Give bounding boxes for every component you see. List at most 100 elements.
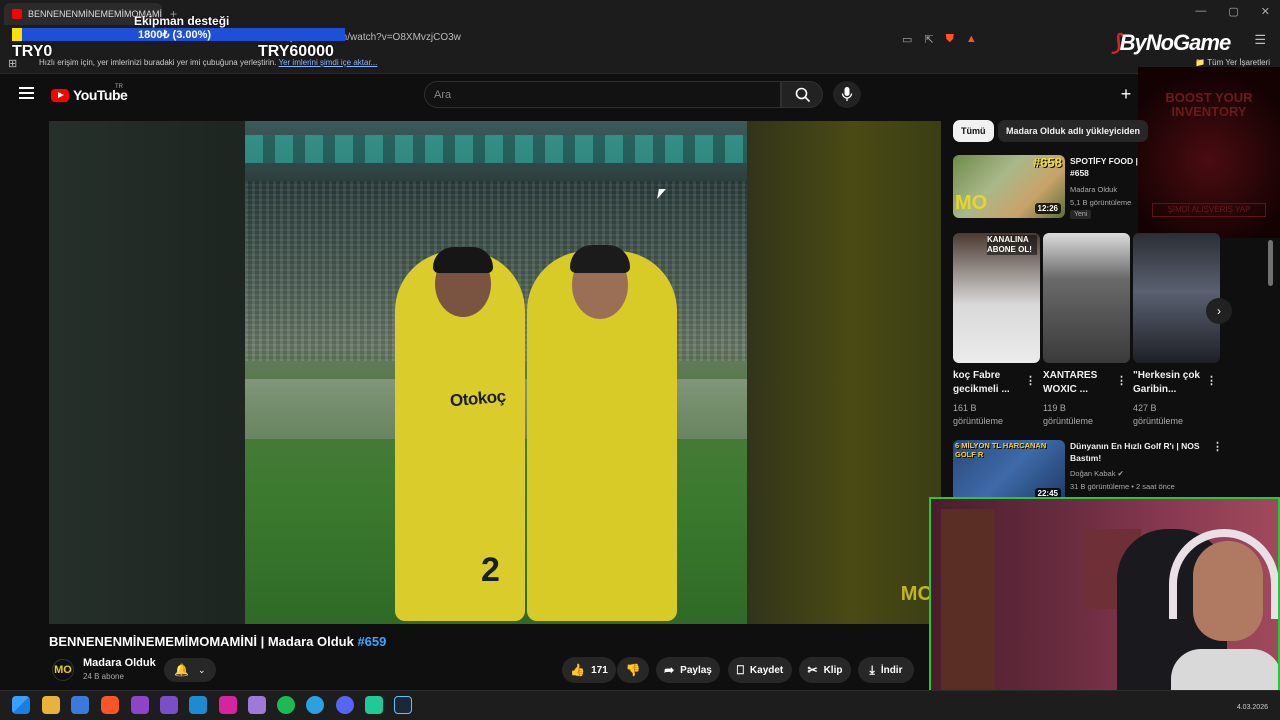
windows-start-icon[interactable] xyxy=(12,696,30,714)
sponsor-ad-overlay: BOOST YOUR INVENTORY ŞİMDİ ALIŞVERİŞ YAP xyxy=(1138,67,1280,238)
more-options-icon[interactable]: ⋮ xyxy=(1206,374,1217,387)
thumbs-down-icon: 👎 xyxy=(625,663,641,677)
short-thumbnail-text: KANALINA ABONE OL! xyxy=(987,235,1037,255)
store-icon[interactable] xyxy=(71,696,89,714)
search-input[interactable] xyxy=(434,87,764,103)
more-options-icon[interactable]: ⋮ xyxy=(1212,440,1223,453)
download-label: İndir xyxy=(880,664,903,676)
spotify-icon[interactable] xyxy=(277,696,295,714)
ad-cta: ŞİMDİ ALIŞVERİŞ YAP xyxy=(1152,203,1266,217)
short-thumbnail[interactable] xyxy=(1043,233,1130,363)
brave-rewards-icon[interactable]: ▲ xyxy=(966,33,977,46)
clip-button[interactable]: ✂ Klip xyxy=(799,657,851,683)
microphone-icon xyxy=(841,87,853,101)
thumbnail-logo: MO xyxy=(955,192,988,214)
donation-goal-overlay: Ekipman desteği 1800₺ (3.00%) TRY0 TRY60… xyxy=(12,13,345,60)
video-thumbnail[interactable]: 6 MİLYON TL HARCANAN GOLF R 22:45 xyxy=(953,440,1065,503)
region-code: TR xyxy=(115,84,123,90)
brave-shields-icon[interactable]: ⛊ xyxy=(946,33,954,46)
stadium-lights xyxy=(245,135,747,163)
notification-bell-button[interactable]: 🔔 ⌄ xyxy=(164,658,216,682)
share-icon[interactable]: ⇱ xyxy=(924,33,933,46)
close-window-icon[interactable]: ✕ xyxy=(1261,5,1270,18)
guide-menu-icon[interactable] xyxy=(19,87,34,99)
channel-avatar[interactable]: MO xyxy=(52,659,74,681)
verified-icon: ✔ xyxy=(1117,469,1124,478)
create-icon[interactable]: + xyxy=(1115,84,1137,106)
more-options-icon[interactable]: ⋮ xyxy=(1025,374,1036,387)
chevron-right-icon[interactable]: › xyxy=(1206,298,1232,324)
like-count: 171 xyxy=(591,664,608,676)
shirt-number: 2 xyxy=(481,551,500,589)
donation-progress-fill xyxy=(12,28,22,41)
window-controls: — ▢ ✕ xyxy=(1195,5,1270,18)
short-views: 161 B görüntüleme xyxy=(953,403,1004,426)
more-options-icon[interactable]: ⋮ xyxy=(1116,374,1127,387)
view-count: 31 B görüntüleme • 2 saat önce xyxy=(1070,482,1175,491)
youtube-logo[interactable]: YouTube TR xyxy=(51,84,128,103)
brave-browser-icon[interactable] xyxy=(101,696,119,714)
video-title[interactable]: Dünyanın En Hızlı Golf R'ı | NOS Bastım! xyxy=(1070,440,1220,464)
browser-menu-icon[interactable]: ☰ xyxy=(1254,32,1266,48)
chip-all[interactable]: Tümü xyxy=(953,120,994,142)
cast-icon[interactable]: ▭ xyxy=(902,33,912,46)
short-thumbnail[interactable] xyxy=(1133,233,1220,363)
channel-name-text: Doğan Kabak xyxy=(1070,469,1116,478)
sidebar-scrollbar[interactable] xyxy=(1268,240,1273,286)
short-title[interactable]: koç Fabre gecikmeli ... xyxy=(953,369,1023,397)
channel-name[interactable]: Madara Olduk xyxy=(83,657,156,669)
search-button[interactable] xyxy=(781,81,823,108)
video-duration: 12:26 xyxy=(1034,203,1061,214)
download-button[interactable]: ⤓ İndir xyxy=(858,657,914,683)
short-thumbnail[interactable]: KANALINA ABONE OL! xyxy=(953,233,1040,363)
steam-icon[interactable] xyxy=(394,696,412,714)
video-title[interactable]: SPOTİFY FOOD | #658 xyxy=(1070,155,1156,179)
video-player[interactable]: Otokoç 2 MO xyxy=(49,121,941,624)
minimize-icon[interactable]: — xyxy=(1195,5,1206,18)
visual-studio-icon[interactable] xyxy=(160,696,178,714)
short-title[interactable]: "Herkesin çok Garibin... xyxy=(1133,369,1203,397)
pen-app-icon[interactable] xyxy=(248,696,266,714)
video-hashtag[interactable]: #659 xyxy=(357,634,386,649)
sponsor-logo-text: ByNoGame xyxy=(1119,30,1232,55)
maximize-icon[interactable]: ▢ xyxy=(1228,5,1238,18)
short-title[interactable]: XANTARES WOXIC ... xyxy=(1043,369,1113,397)
app-icon[interactable] xyxy=(131,696,149,714)
footballer-left xyxy=(395,247,525,621)
video-thumbnail[interactable]: MO #658 12:26 xyxy=(953,155,1065,218)
youtube-play-icon xyxy=(51,88,69,102)
share-label: Paylaş xyxy=(680,664,712,676)
instagram-icon[interactable] xyxy=(219,696,237,714)
thumbnail-text: #658 xyxy=(1033,155,1062,170)
subscriber-count: 24 B abone xyxy=(83,672,124,681)
like-button[interactable]: 👍 171 xyxy=(562,657,616,683)
telegram-icon[interactable] xyxy=(306,696,324,714)
app-icon[interactable] xyxy=(365,696,383,714)
discord-icon[interactable] xyxy=(336,696,354,714)
video-title: BENNENENMİNEMEMİMOMAMİNİ | Madara Olduk … xyxy=(49,634,386,649)
donation-progress-text: 1800₺ (3.00%) xyxy=(138,29,212,41)
download-icon: ⤓ xyxy=(869,662,875,677)
channel-name[interactable]: Madara Olduk xyxy=(1070,185,1117,194)
share-button[interactable]: ➦ Paylaş xyxy=(656,657,720,683)
chip-from-uploader[interactable]: Madara Olduk adlı yükleyiciden xyxy=(998,120,1149,142)
sponsor-mark-icon: ⟆ xyxy=(1112,30,1121,55)
video-frame: Otokoç 2 xyxy=(245,121,747,624)
recommended-video[interactable]: 6 MİLYON TL HARCANAN GOLF R 22:45 Dünyan… xyxy=(953,440,1223,503)
screen: BENNENENMİNEMEMİMOMAMİNİ | Madara Olduk … xyxy=(0,0,1280,720)
view-count: 5,1 B görüntüleme xyxy=(1070,198,1132,207)
short-views: 427 B görüntüleme xyxy=(1133,403,1184,426)
donation-min: TRY0 xyxy=(12,43,53,60)
donation-max: TRY60000 xyxy=(258,43,334,60)
recommended-video[interactable]: MO #658 12:26 SPOTİFY FOOD | #658 Madara… xyxy=(953,155,1153,225)
voice-search-button[interactable] xyxy=(833,81,861,108)
all-bookmarks-button[interactable]: 📁 Tüm Yer İşaretleri xyxy=(1195,58,1270,67)
ad-headline: BOOST YOUR INVENTORY xyxy=(1165,90,1253,119)
dislike-button[interactable]: 👎 xyxy=(617,657,649,683)
vscode-icon[interactable] xyxy=(189,696,207,714)
file-explorer-icon[interactable] xyxy=(42,696,60,714)
scissors-icon: ✂ xyxy=(807,663,818,677)
channel-name[interactable]: Doğan Kabak ✔ xyxy=(1070,469,1124,478)
short-views: 119 B görüntüleme xyxy=(1043,403,1094,426)
save-button[interactable]: ⎕ Kaydet xyxy=(728,657,792,683)
